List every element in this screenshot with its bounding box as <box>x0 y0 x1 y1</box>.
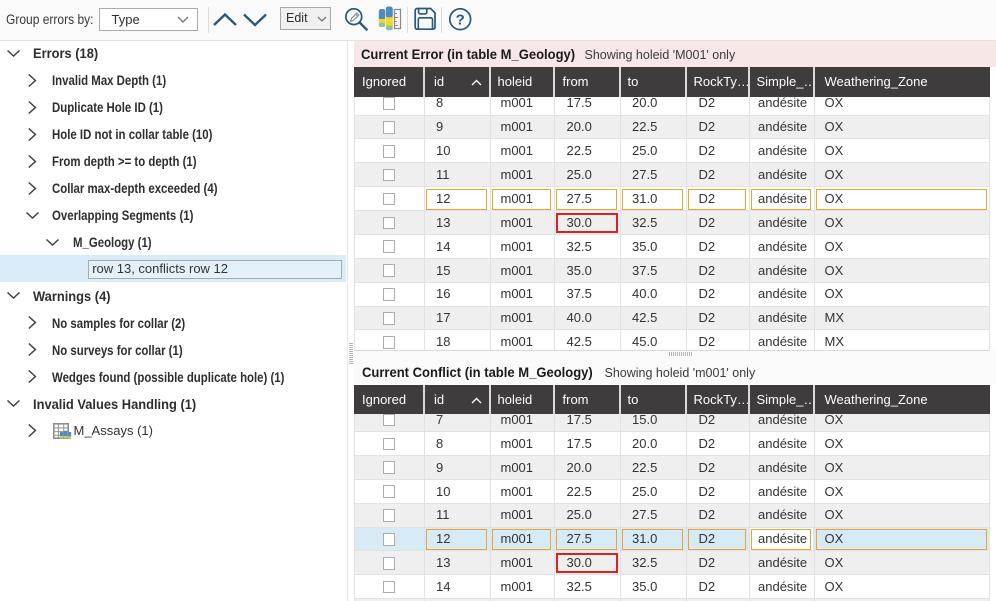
svg-text:?: ? <box>455 12 464 29</box>
